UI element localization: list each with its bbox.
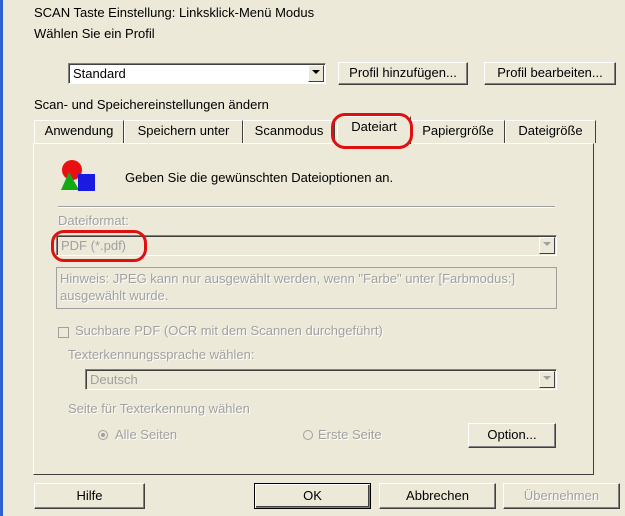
tab-dateigroesse[interactable]: Dateigröße xyxy=(505,120,596,143)
ocr-language-label: Texterkennungssprache wählen: xyxy=(68,347,255,362)
tab-anwendung[interactable]: Anwendung xyxy=(34,120,124,143)
cancel-button[interactable]: Abbrechen xyxy=(379,483,496,509)
tab-papiergroesse[interactable]: Papiergröße xyxy=(411,120,505,143)
profile-label: Wählen Sie ein Profil xyxy=(34,26,155,41)
radio-first-page[interactable] xyxy=(303,430,313,440)
profile-select[interactable]: Standard xyxy=(68,63,326,84)
apply-button[interactable]: Übernehmen xyxy=(503,483,620,509)
add-profile-button[interactable]: Profil hinzufügen... xyxy=(338,62,468,85)
radio-first-page-label: Erste Seite xyxy=(318,427,382,442)
hint-box: Hinweis: JPEG kann nur ausgewählt werden… xyxy=(56,267,557,309)
ocr-language-value: Deutsch xyxy=(90,372,138,387)
hint-text: Hinweis: JPEG kann nur ausgewählt werden… xyxy=(60,271,516,303)
edit-profile-button[interactable]: Profil bearbeiten... xyxy=(484,62,616,85)
chevron-down-icon[interactable] xyxy=(308,65,324,82)
page-select-label: Seite für Texterkennung wählen xyxy=(68,401,250,416)
file-format-select[interactable]: PDF (*.pdf) xyxy=(56,235,557,256)
file-options-icon xyxy=(61,160,95,191)
tab-scanmodus[interactable]: Scanmodus xyxy=(243,120,335,143)
radio-all-pages[interactable] xyxy=(98,430,108,440)
panel-header-text: Geben Sie die gewünschten Dateioptionen … xyxy=(125,170,394,185)
ok-button[interactable]: OK xyxy=(254,483,371,509)
file-format-label: Dateiformat: xyxy=(58,213,129,228)
searchable-pdf-checkbox[interactable] xyxy=(58,327,69,338)
profile-select-value: Standard xyxy=(73,66,126,81)
file-format-value: PDF (*.pdf) xyxy=(61,238,127,253)
radio-all-pages-label: Alle Seiten xyxy=(115,427,178,442)
dialog-title: SCAN Taste Einstellung: Linksklick-Menü … xyxy=(34,5,315,20)
chevron-down-icon[interactable] xyxy=(539,371,555,388)
help-button[interactable]: Hilfe xyxy=(34,483,145,509)
tab-dateiart[interactable]: Dateiart xyxy=(337,116,411,144)
option-button[interactable]: Option... xyxy=(468,423,556,448)
chevron-down-icon[interactable] xyxy=(539,237,555,254)
settings-dialog: SCAN Taste Einstellung: Linksklick-Menü … xyxy=(0,0,625,516)
searchable-pdf-label: Suchbare PDF (OCR mit dem Scannen durchg… xyxy=(75,323,383,338)
section-label: Scan- und Speichereinstellungen ändern xyxy=(34,97,269,112)
ocr-language-select[interactable]: Deutsch xyxy=(85,369,557,390)
separator xyxy=(58,206,555,208)
window-edge xyxy=(0,0,3,516)
tab-speichern-unter[interactable]: Speichern unter xyxy=(124,120,243,143)
